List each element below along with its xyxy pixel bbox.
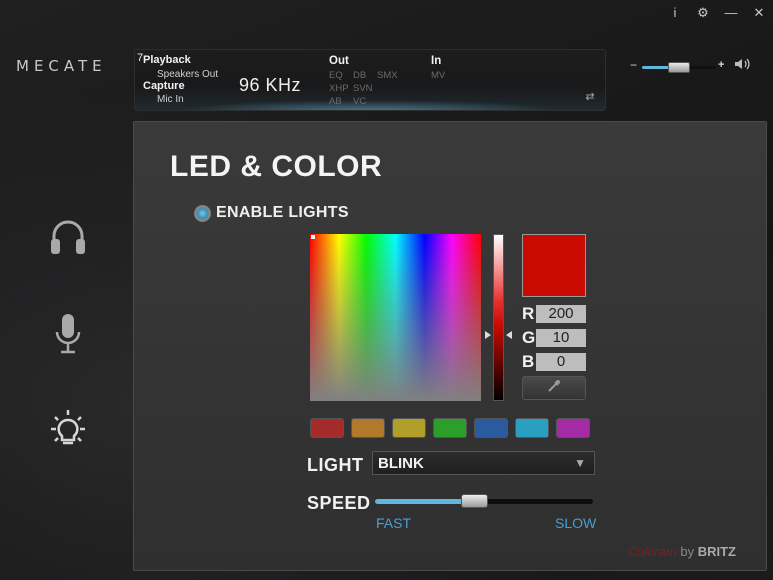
color-presets <box>310 418 597 438</box>
minimize-button[interactable]: — <box>717 4 745 22</box>
status-bar: 7 Playback Speakers Out Capture Mic In 9… <box>134 49 606 111</box>
volume-plus[interactable]: + <box>718 59 724 71</box>
nav-microphone[interactable] <box>44 310 92 358</box>
swap-icon[interactable]: ⇄ <box>583 90 597 104</box>
blue-label: B <box>522 352 535 371</box>
speed-thumb[interactable] <box>460 494 488 508</box>
green-row: G <box>522 328 586 348</box>
luminance-slider[interactable] <box>493 234 504 401</box>
nav-headphones[interactable] <box>44 212 92 260</box>
enable-lights-toggle[interactable]: ENABLE LIGHTS <box>194 204 349 222</box>
headphones-icon <box>44 220 92 264</box>
preset-yellow[interactable] <box>392 418 426 438</box>
brand-credit: Coloram by BRITZ <box>628 544 736 559</box>
chevron-down-icon: ▼ <box>574 456 586 470</box>
red-input[interactable] <box>536 305 586 323</box>
speaker-icon[interactable] <box>734 57 752 76</box>
color-spectrum[interactable] <box>310 234 481 401</box>
red-row: R <box>522 304 586 324</box>
light-mode-value: BLINK <box>378 455 424 472</box>
luminance-arrow-left[interactable] <box>485 331 491 339</box>
capture-device: Mic In <box>157 94 184 105</box>
playback-label: Playback <box>143 54 191 66</box>
out-effect-smx: SMX <box>377 70 398 81</box>
color-preview <box>522 234 586 297</box>
fast-label: FAST <box>376 515 412 531</box>
preset-red[interactable] <box>310 418 344 438</box>
blue-input[interactable] <box>536 353 586 371</box>
preset-blue[interactable] <box>474 418 508 438</box>
window-controls: i ⚙ — ✕ <box>661 4 773 22</box>
settings-button[interactable]: ⚙ <box>689 4 717 22</box>
microphone-icon <box>44 314 92 362</box>
luminance-arrow-right[interactable] <box>506 331 512 339</box>
preset-magenta[interactable] <box>556 418 590 438</box>
enable-lights-radio[interactable] <box>194 204 211 222</box>
volume-thumb[interactable] <box>668 62 690 73</box>
green-input[interactable] <box>536 329 586 347</box>
out-effect-db: DB <box>353 70 367 81</box>
red-label: R <box>522 304 535 323</box>
out-effect-svn: SVN <box>353 83 373 94</box>
blue-row: B <box>522 352 586 372</box>
led-color-panel: LED & COLOR ENABLE LIGHTS R G B LIGHT <box>133 121 767 571</box>
credit-brand: BRITZ <box>697 544 736 559</box>
out-effect-vc: VC <box>353 96 367 107</box>
light-label: LIGHT <box>307 455 364 475</box>
nav-lighting[interactable] <box>44 408 92 456</box>
sample-rate: 96 KHz <box>239 75 302 95</box>
preset-orange[interactable] <box>351 418 385 438</box>
speed-fill <box>375 499 475 504</box>
credit-by: by <box>680 544 695 559</box>
spectrum-cursor[interactable] <box>311 235 315 239</box>
out-effect-eq: EQ <box>329 70 343 81</box>
in-label: In <box>431 55 442 67</box>
in-effect-mv: MV <box>431 70 446 81</box>
page-title: LED & COLOR <box>170 150 383 183</box>
speed-slider[interactable] <box>375 494 593 508</box>
out-label: Out <box>329 55 349 67</box>
volume-slider[interactable] <box>642 62 716 73</box>
light-mode-dropdown[interactable]: BLINK ▼ <box>372 451 595 475</box>
green-label: G <box>522 328 536 347</box>
credit-product: Coloram <box>627 544 677 559</box>
slow-label: SLOW <box>555 515 597 531</box>
out-effect-ab: AB <box>329 96 342 107</box>
info-button[interactable]: i <box>661 4 689 22</box>
preset-green[interactable] <box>433 418 467 438</box>
enable-lights-label: ENABLE LIGHTS <box>216 204 349 221</box>
eyedropper-button[interactable] <box>522 376 586 400</box>
playback-device: Speakers Out <box>157 69 219 80</box>
volume-minus[interactable]: − <box>630 58 637 72</box>
lightbulb-icon <box>44 410 92 460</box>
speed-label: SPEED <box>307 493 371 513</box>
app-logo: MECATE <box>16 57 107 75</box>
eyedropper-icon <box>547 379 561 398</box>
volume-control: − + <box>630 57 760 76</box>
close-button[interactable]: ✕ <box>745 4 773 22</box>
preset-cyan[interactable] <box>515 418 549 438</box>
status-glow <box>175 100 565 110</box>
out-effect-xhp: XHP <box>329 83 349 94</box>
capture-label: Capture <box>143 80 185 92</box>
